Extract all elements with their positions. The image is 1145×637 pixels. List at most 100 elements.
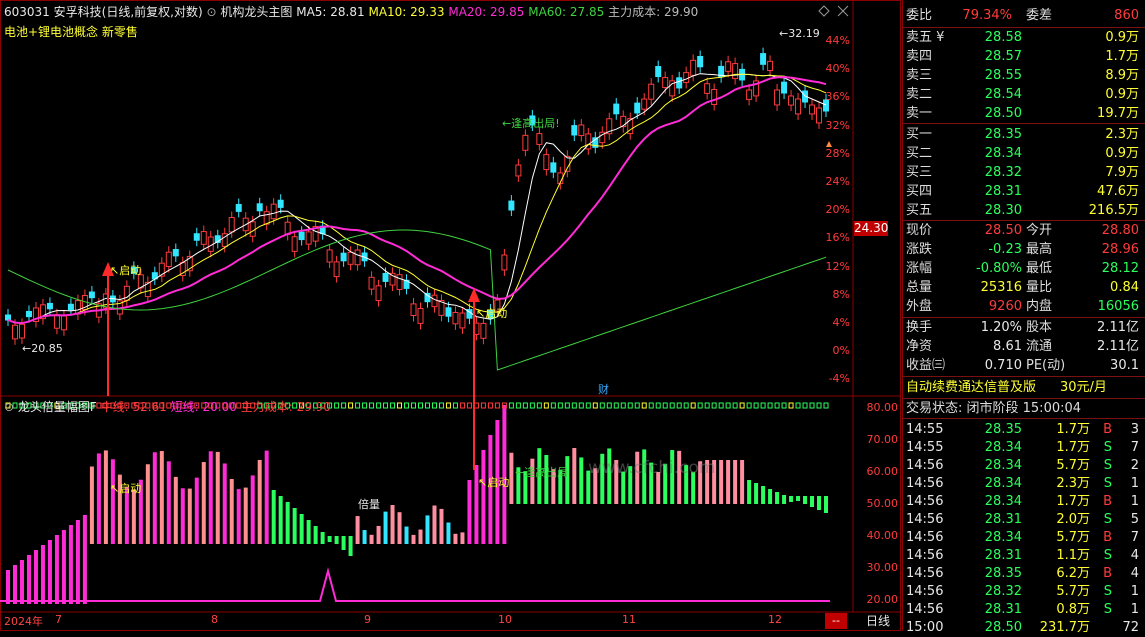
ask-row[interactable]: 卖三 28.55 8.9万 bbox=[902, 66, 1145, 85]
chart-mode: (日线,前复权,对数) bbox=[101, 5, 203, 19]
ask-label: 卖三 bbox=[906, 68, 933, 83]
sub-start-signal-1: ↖启动 bbox=[110, 482, 142, 495]
ask-row[interactable]: 卖二 28.54 0.9万 bbox=[902, 85, 1145, 104]
stat-row[interactable]: 收益㈢ 0.710 PE(动) 30.1 bbox=[902, 356, 1145, 375]
trade-status-text: 交易状态: 闭市阶段 15:00:04 bbox=[906, 401, 1082, 416]
escape-signal: ←逢高出局! bbox=[502, 117, 560, 130]
short-line-value: 短线: 20.00 bbox=[170, 400, 237, 414]
kline-chart[interactable] bbox=[0, 0, 901, 631]
collapse-icon[interactable]: ⊙ bbox=[206, 5, 216, 19]
bid-volume: 2.3万 bbox=[1105, 127, 1139, 142]
tick-row[interactable]: 14:56 28.34 5.7万 S 2 bbox=[902, 456, 1145, 475]
current-price-tag: 24.30 bbox=[854, 221, 889, 236]
tick-row[interactable]: 14:56 28.31 2.0万 S 5 bbox=[902, 510, 1145, 529]
stat-row[interactable]: 外盘 9260 内盘 16056 bbox=[902, 297, 1145, 316]
stat-value: 1.20% bbox=[980, 320, 1022, 335]
start-signal-2-text: 启动 bbox=[485, 307, 508, 320]
chart-area[interactable]: 603031 安孚科技(日线,前复权,对数) ⊙ 机构龙头主图 MA5: 28.… bbox=[0, 0, 901, 631]
bid-row[interactable]: 买三 28.32 7.9万 bbox=[902, 163, 1145, 182]
tick-row[interactable]: 14:56 28.34 1.7万 B 1 bbox=[902, 492, 1145, 511]
tick-row[interactable]: 14:55 28.34 1.7万 S 7 bbox=[902, 438, 1145, 457]
tick-volume: 2.3万 bbox=[1056, 476, 1090, 491]
order-ratio-row: 委比 79.34% 委差 860 bbox=[902, 6, 1145, 25]
tick-direction: S bbox=[1103, 512, 1112, 527]
ask-price: 28.54 bbox=[984, 87, 1022, 102]
stat-row[interactable]: 总量 25316 量比 0.84 bbox=[902, 278, 1145, 297]
stat-label: PE(动) bbox=[1026, 358, 1066, 373]
tick-price: 28.32 bbox=[984, 584, 1022, 599]
sub-y-tick: 50.00 bbox=[866, 497, 899, 510]
sub-start-signal-2-text: 启动 bbox=[487, 476, 510, 489]
tick-row[interactable]: 14:56 28.35 6.2万 B 4 bbox=[902, 564, 1145, 583]
tick-row[interactable]: 14:56 28.34 2.3万 S 1 bbox=[902, 474, 1145, 493]
y-tick: 8% bbox=[832, 287, 850, 301]
x-tick: 7 bbox=[55, 613, 62, 626]
watermark: www.cfchi.com bbox=[588, 458, 716, 478]
stat-value: 28.80 bbox=[1101, 223, 1139, 238]
bid-row[interactable]: 买一 28.35 2.3万 bbox=[902, 125, 1145, 144]
y-tick: 44% bbox=[825, 34, 850, 47]
sub-y-tick: 60.00 bbox=[866, 465, 899, 478]
stat-row[interactable]: 现价 28.50 今开 28.80 bbox=[902, 221, 1145, 240]
tick-count: 1 bbox=[1130, 476, 1139, 491]
candlesticks bbox=[5, 47, 830, 345]
tick-time: 14:56 bbox=[906, 548, 944, 563]
ask-row[interactable]: 卖五 ¥ 28.58 0.9万 bbox=[902, 28, 1145, 47]
tick-row[interactable]: 14:55 28.35 1.7万 B 3 bbox=[902, 420, 1145, 439]
tick-count: 7 bbox=[1130, 440, 1139, 455]
tick-time: 14:56 bbox=[906, 530, 944, 545]
bid-label: 买五 bbox=[906, 203, 933, 218]
tick-count: 2 bbox=[1130, 458, 1139, 473]
ask-volume: 0.9万 bbox=[1105, 87, 1139, 102]
collapse-icon[interactable]: ⊙ bbox=[4, 400, 14, 414]
stat-label: 换手 bbox=[906, 320, 933, 335]
x-tick: 10 bbox=[498, 613, 512, 626]
stat-value: -0.23 bbox=[988, 242, 1022, 257]
ask-row[interactable]: 卖四 28.57 1.7万 bbox=[902, 47, 1145, 66]
period-toggle-button[interactable]: -- bbox=[825, 613, 847, 629]
sub-indicator-name[interactable]: 龙头倍量幅图F bbox=[18, 400, 97, 414]
tick-time: 14:56 bbox=[906, 584, 944, 599]
ask-row[interactable]: 卖一 28.50 19.7万 bbox=[902, 104, 1145, 123]
y-tick: 0% bbox=[832, 344, 850, 358]
escape-signal-text: 逢高出局 bbox=[511, 117, 556, 130]
x-tick: 12 bbox=[768, 613, 782, 626]
stat-label: 今开 bbox=[1026, 223, 1053, 238]
ma5-value: MA5: 28.81 bbox=[296, 5, 365, 19]
tick-time: 14:56 bbox=[906, 476, 944, 491]
sub-y-tick: 30.00 bbox=[866, 561, 899, 574]
bid-row[interactable]: 买二 28.34 0.9万 bbox=[902, 144, 1145, 163]
stat-label: 流通 bbox=[1026, 339, 1053, 354]
tick-price: 28.34 bbox=[984, 530, 1022, 545]
finance-marker[interactable]: 财 bbox=[598, 381, 609, 397]
stat-value: 28.50 bbox=[984, 223, 1022, 238]
promo-text[interactable]: 自动续费通达信普及版 bbox=[906, 378, 1036, 397]
bid-label: 买一 bbox=[906, 127, 933, 142]
promo-price[interactable]: 30元/月 bbox=[1060, 378, 1107, 397]
tick-row[interactable]: 14:56 28.31 0.8万 S 1 bbox=[902, 600, 1145, 619]
bid-row[interactable]: 买四 28.31 47.6万 bbox=[902, 182, 1145, 201]
tick-price: 28.31 bbox=[984, 512, 1022, 527]
tick-row[interactable]: 14:56 28.32 5.7万 S 1 bbox=[902, 582, 1145, 601]
tick-count: 5 bbox=[1130, 512, 1139, 527]
tick-row[interactable]: 14:56 28.31 1.1万 S 4 bbox=[902, 546, 1145, 565]
y-tick: 40% bbox=[825, 62, 850, 76]
bid-label: 买三 bbox=[906, 165, 933, 180]
promo-row[interactable]: 自动续费通达信普及版 30元/月 bbox=[902, 378, 1145, 397]
stat-row[interactable]: 换手 1.20% 股本 2.11亿 bbox=[902, 318, 1145, 337]
stat-row[interactable]: 涨跌 -0.23 最高 28.96 bbox=[902, 240, 1145, 259]
tick-row[interactable]: 15:00 28.50 231.7万 72 bbox=[902, 618, 1145, 637]
tick-row[interactable]: 14:56 28.34 5.7万 B 7 bbox=[902, 528, 1145, 547]
stat-row[interactable]: 净资 8.61 流通 2.11亿 bbox=[902, 337, 1145, 356]
tick-price: 28.35 bbox=[984, 422, 1022, 437]
stat-value: -0.80% bbox=[976, 261, 1022, 276]
tick-volume: 6.2万 bbox=[1056, 566, 1090, 581]
bid-row[interactable]: 买五 28.30 216.5万 bbox=[902, 201, 1145, 220]
sub-escape-signal-text: 逢高出局 bbox=[524, 466, 569, 479]
stat-row[interactable]: 涨幅 -0.80% 最低 28.12 bbox=[902, 259, 1145, 278]
tick-price: 28.34 bbox=[984, 494, 1022, 509]
stat-label: 内盘 bbox=[1026, 299, 1053, 314]
indicator-name[interactable]: 机构龙头主图 bbox=[220, 5, 292, 19]
period-label[interactable]: 日线 bbox=[866, 612, 890, 629]
stat-value: 2.11亿 bbox=[1097, 339, 1139, 354]
